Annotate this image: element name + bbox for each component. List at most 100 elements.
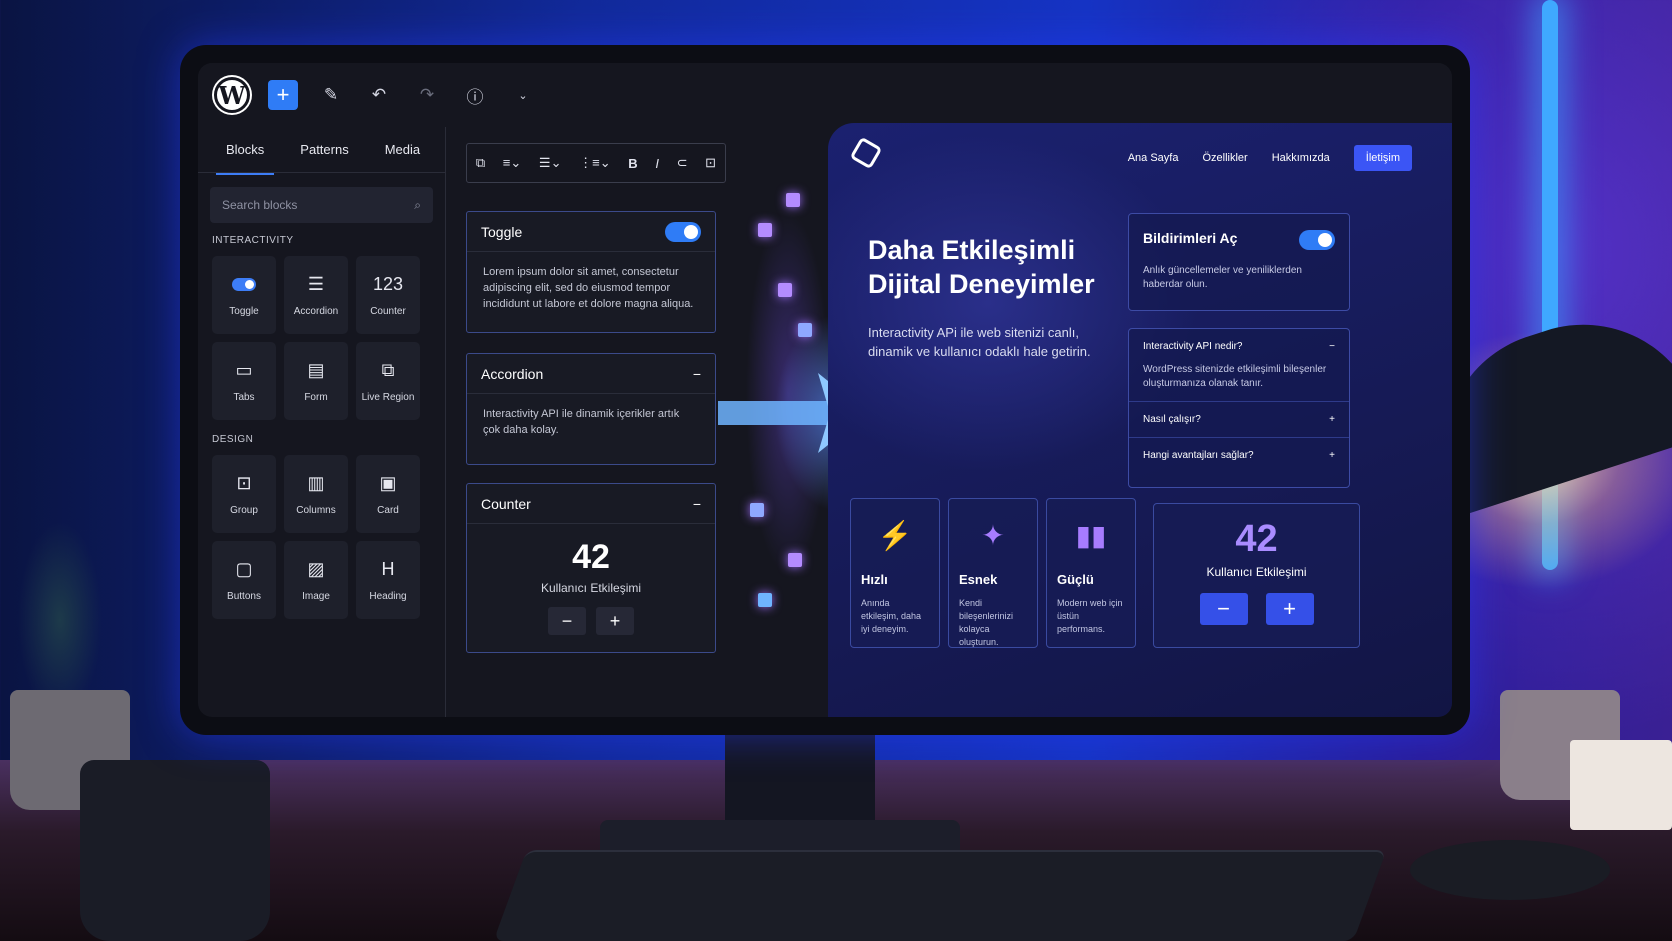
feature-title: Esnek	[959, 572, 998, 587]
block-card[interactable]: ▣ Card	[356, 455, 420, 533]
counter-icon: 123	[372, 274, 404, 294]
counter-card: Counter − 42 Kullanıcı Etkileşimi − +	[466, 483, 716, 653]
block-tabs[interactable]: ▭ Tabs	[212, 342, 276, 420]
search-input[interactable]: Search blocks ⌕	[210, 187, 433, 223]
faq-question: Interactivity API nedir?	[1143, 340, 1243, 352]
site-nav: Ana Sayfa Özellikler Hakkımızda İletişim	[1128, 145, 1412, 171]
feature-desc: Kendi bileşenlerinizi kolayca oluşturun.	[959, 598, 1014, 647]
tab-patterns[interactable]: Patterns	[282, 130, 366, 169]
format-toolbar: ⧉ ≡⌄ ☰⌄ ⋮≡⌄ B I ⊂ ⊡	[466, 143, 726, 183]
editor-canvas: ⧉ ≡⌄ ☰⌄ ⋮≡⌄ B I ⊂ ⊡ Toggle Lorem ipsum d…	[446, 127, 736, 717]
block-form[interactable]: ▤ Form	[284, 342, 348, 420]
tab-media[interactable]: Media	[367, 130, 438, 169]
toggle-switch[interactable]	[665, 221, 701, 242]
block-label: Live Region	[361, 391, 415, 403]
block-columns[interactable]: ▥ Columns	[284, 455, 348, 533]
feature-desc: Anında etkileşim, daha iyi deneyim.	[861, 598, 922, 634]
inserter-tabs: Blocks Patterns Media	[198, 127, 445, 175]
collapse-icon[interactable]: −	[1329, 341, 1335, 352]
lightning-icon: ⚡	[877, 520, 913, 551]
accordion-card-body: Interactivity API ile dinamik içerikler …	[483, 408, 680, 436]
feature-card: ⚡ Hızlı Anında etkileşim, daha iyi deney…	[850, 498, 940, 648]
accordion-card: Accordion − Interactivity API ile dinami…	[466, 353, 716, 465]
faq-item[interactable]: Interactivity API nedir? −	[1129, 329, 1349, 363]
particle	[758, 223, 772, 237]
block-label: Counter	[370, 305, 406, 317]
design-heading: DESIGN	[212, 434, 254, 445]
block-label: Columns	[296, 504, 336, 516]
italic-icon[interactable]: I	[655, 156, 659, 171]
particle	[798, 323, 812, 337]
keyboard	[493, 850, 1387, 941]
block-label: Accordion	[293, 305, 339, 317]
toggle-card: Toggle Lorem ipsum dolor sit amet, conse…	[466, 211, 716, 333]
list-icon[interactable]: ⋮≡⌄	[579, 155, 610, 171]
image-icon: ▨	[307, 559, 325, 579]
more-icon[interactable]: ⊡	[705, 155, 716, 171]
add-block-button[interactable]: +	[268, 80, 298, 110]
site-logo-icon[interactable]	[849, 136, 883, 170]
align-icon[interactable]: ≡⌄	[503, 155, 521, 171]
notification-card: Bildirimleri Aç Anlık güncellemeler ve y…	[1128, 213, 1350, 311]
feature-card: ▮▮ Güçlü Modern web için üstün performan…	[1046, 498, 1136, 648]
pencil-icon[interactable]: ✎	[316, 80, 346, 110]
nav-features[interactable]: Özellikler	[1202, 152, 1247, 164]
feature-title: Güçlü	[1057, 572, 1094, 587]
nav-contact-button[interactable]: İletişim	[1353, 145, 1412, 171]
counter-value: 42	[572, 538, 610, 576]
heading-icon: H	[381, 559, 395, 579]
particle	[778, 283, 792, 297]
search-icon: ⌕	[414, 197, 421, 212]
decrement-button[interactable]: −	[1199, 593, 1248, 625]
bar-chart-icon: ▮▮	[1075, 520, 1107, 551]
faq-question: Nasıl çalışır?	[1143, 414, 1201, 425]
hero-title: Daha Etkileşimli Dijital Deneyimler	[868, 235, 1095, 299]
particle	[750, 503, 764, 517]
block-label: Buttons	[227, 590, 261, 602]
block-counter[interactable]: 123 Counter	[356, 256, 420, 334]
link-icon[interactable]: ⊂	[677, 155, 688, 171]
design-blocks: ⊡ Group ▥ Columns ▣ Card ▢ Buttons ▨ Image HH…	[198, 455, 445, 619]
block-buttons[interactable]: ▢ Buttons	[212, 541, 276, 619]
feature-card: ✦ Esnek Kendi bileşenlerinizi kolayca ol…	[948, 498, 1038, 648]
block-accordion[interactable]: ☰ Accordion	[284, 256, 348, 334]
expand-icon[interactable]: +	[1329, 450, 1335, 461]
text-align-icon[interactable]: ☰⌄	[539, 155, 562, 171]
magic-wand-icon: ✦	[981, 520, 1005, 551]
notification-toggle[interactable]	[1299, 230, 1335, 250]
block-type-icon[interactable]: ⧉	[476, 155, 485, 171]
nav-home[interactable]: Ana Sayfa	[1128, 152, 1179, 164]
particle	[758, 593, 772, 607]
block-label: Card	[377, 504, 399, 516]
columns-icon: ▥	[307, 473, 325, 493]
wordpress-logo-icon[interactable]: W	[214, 77, 250, 113]
info-icon[interactable]: ⓘ	[460, 80, 490, 110]
block-toggle[interactable]: Toggle	[212, 256, 276, 334]
block-heading[interactable]: H Heading	[356, 541, 420, 619]
accordion-card-header[interactable]: Accordion −	[467, 354, 715, 394]
faq-question: Hangi avantajları sağlar?	[1143, 450, 1254, 461]
interactivity-blocks: Toggle ☰ Accordion 123 Counter ▭ Tabs ▤ Form…	[198, 256, 445, 420]
undo-icon[interactable]: ↶	[364, 80, 394, 110]
faq-item[interactable]: Hangi avantajları sağlar? +	[1129, 437, 1349, 473]
block-image[interactable]: ▨ Image	[284, 541, 348, 619]
increment-button[interactable]: +	[1265, 593, 1314, 625]
increment-button[interactable]: +	[596, 607, 634, 635]
faq-item[interactable]: Nasıl çalışır? +	[1129, 401, 1349, 437]
block-label: Tabs	[233, 391, 255, 403]
tab-blocks[interactable]: Blocks	[208, 130, 282, 175]
collapse-icon[interactable]: −	[693, 366, 701, 382]
chevron-down-icon[interactable]: ⌄	[508, 80, 538, 110]
bold-icon[interactable]: B	[628, 156, 637, 171]
accordion-icon: ☰	[307, 274, 325, 294]
live-region-icon: ⧉	[381, 360, 395, 380]
preview-counter-card: 42 Kullanıcı Etkileşimi − +	[1153, 503, 1360, 648]
redo-icon[interactable]: ↷	[412, 80, 442, 110]
expand-icon[interactable]: +	[1329, 414, 1335, 425]
block-group[interactable]: ⊡ Group	[212, 455, 276, 533]
nav-about[interactable]: Hakkımızda	[1272, 152, 1330, 164]
block-label: Group	[230, 504, 258, 516]
decrement-button[interactable]: −	[548, 607, 586, 635]
block-live-region[interactable]: ⧉ Live Region	[356, 342, 420, 420]
collapse-icon[interactable]: −	[693, 496, 701, 512]
